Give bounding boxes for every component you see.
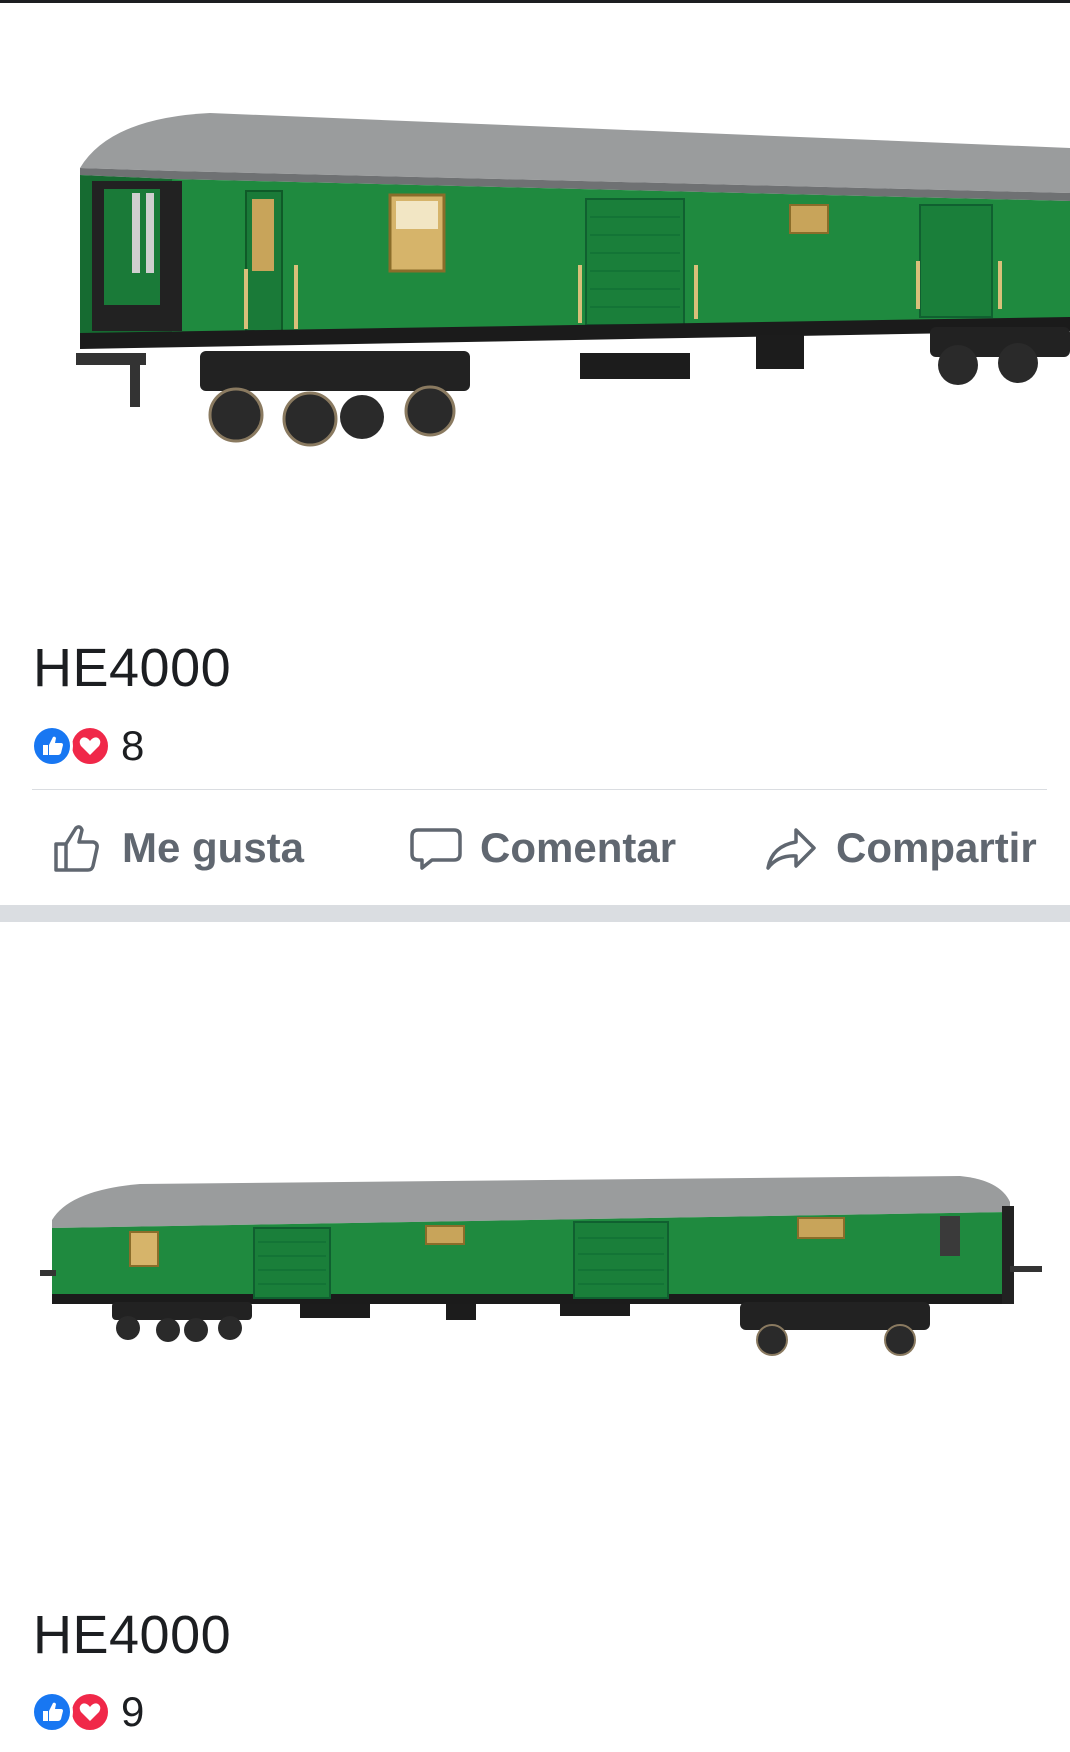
post-card: HE4000 9 [0, 922, 1070, 1752]
like-button[interactable]: Me gusta [50, 803, 304, 893]
post-card: HE4000 8 Me gusta Comentar Compartir [0, 3, 1070, 905]
thumbs-up-icon [54, 825, 99, 872]
love-reaction-icon [69, 725, 111, 767]
share-button[interactable]: Compartir [764, 803, 1037, 893]
reaction-count: 8 [121, 722, 145, 769]
comment-bubble-icon [410, 828, 462, 870]
train-coach-image-closeup [76, 113, 1070, 447]
post-photo[interactable] [0, 3, 1070, 603]
share-arrow-icon [766, 828, 816, 870]
like-label: Me gusta [122, 824, 305, 871]
share-label: Compartir [836, 824, 1037, 871]
reactions-summary[interactable]: 8 [31, 722, 145, 769]
love-reaction-icon [69, 1691, 111, 1733]
comment-button[interactable]: Comentar [408, 803, 676, 893]
train-coach-image-side [40, 1176, 1042, 1356]
reactions-summary[interactable]: 9 [31, 1688, 145, 1735]
divider [32, 789, 1047, 790]
like-reaction-icon [31, 725, 73, 767]
post-action-bar: Me gusta Comentar Compartir [0, 803, 1070, 893]
post-photo[interactable] [0, 922, 1070, 1582]
post-caption: HE4000 [33, 638, 232, 698]
post-caption: HE4000 [33, 1605, 232, 1665]
like-reaction-icon [31, 1691, 73, 1733]
feed-separator [0, 905, 1070, 922]
comment-label: Comentar [480, 824, 677, 871]
reaction-count: 9 [121, 1688, 145, 1735]
